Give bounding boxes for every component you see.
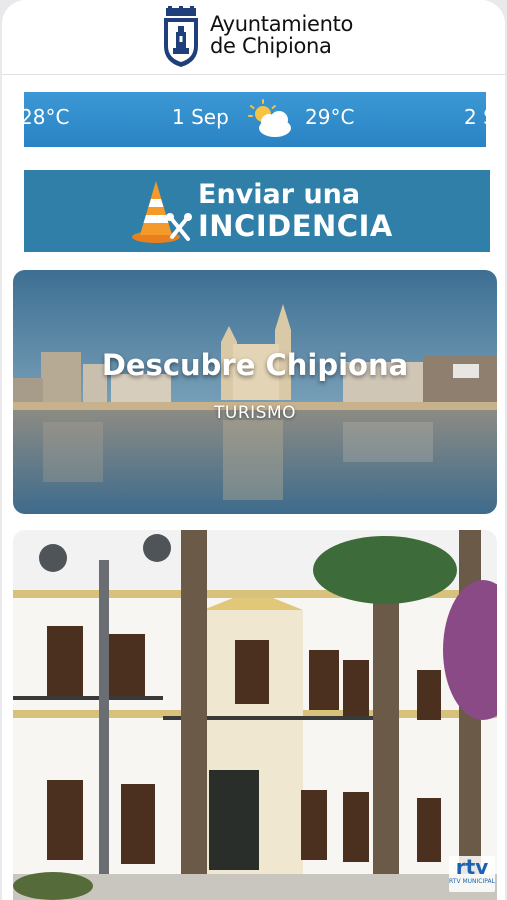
brand-line-2: de Chipiona [210, 34, 332, 58]
ticker-next-date: 2 S [464, 105, 486, 129]
tourism-card[interactable]: Descubre Chipiona TURISMO [13, 270, 497, 514]
brand-line-1: Ayuntamiento [210, 12, 354, 36]
app-header: Ayuntamiento de Chipiona [2, 0, 505, 75]
weather-ticker[interactable]: 28°C 1 Sep 29°C 2 S [24, 92, 486, 147]
send-incident-button[interactable]: Enviar una INCIDENCIA [24, 170, 490, 252]
rtv-watermark: rtv RTV MUNICIPAL [449, 856, 495, 892]
traffic-cone-tools-icon [132, 181, 192, 243]
brand-name: Ayuntamiento de Chipiona [210, 13, 353, 57]
incident-label: Enviar una INCIDENCIA [198, 179, 393, 243]
tourism-card-subtitle: TURISMO [214, 403, 296, 423]
incident-label-line-1: Enviar una [198, 179, 361, 210]
ticker-date: 1 Sep [172, 105, 229, 129]
tourism-card-title: Descubre Chipiona [101, 348, 409, 382]
ticker-prev-temp: 28°C [24, 105, 70, 129]
app-screen: Ayuntamiento de Chipiona 28°C 1 Sep 29°C… [2, 0, 505, 900]
incident-label-line-2: INCIDENCIA [198, 209, 393, 243]
rtv-watermark-label: RTV MUNICIPAL [449, 878, 495, 885]
town-hall-photo [13, 530, 497, 900]
ticker-temp: 29°C [305, 105, 355, 129]
sun-behind-cloud-icon [248, 99, 291, 137]
rtv-watermark-logo: rtv [455, 855, 489, 879]
tourism-photo [13, 270, 497, 514]
town-hall-card[interactable]: rtv RTV MUNICIPAL [13, 530, 497, 900]
coat-of-arms-icon [164, 6, 198, 67]
